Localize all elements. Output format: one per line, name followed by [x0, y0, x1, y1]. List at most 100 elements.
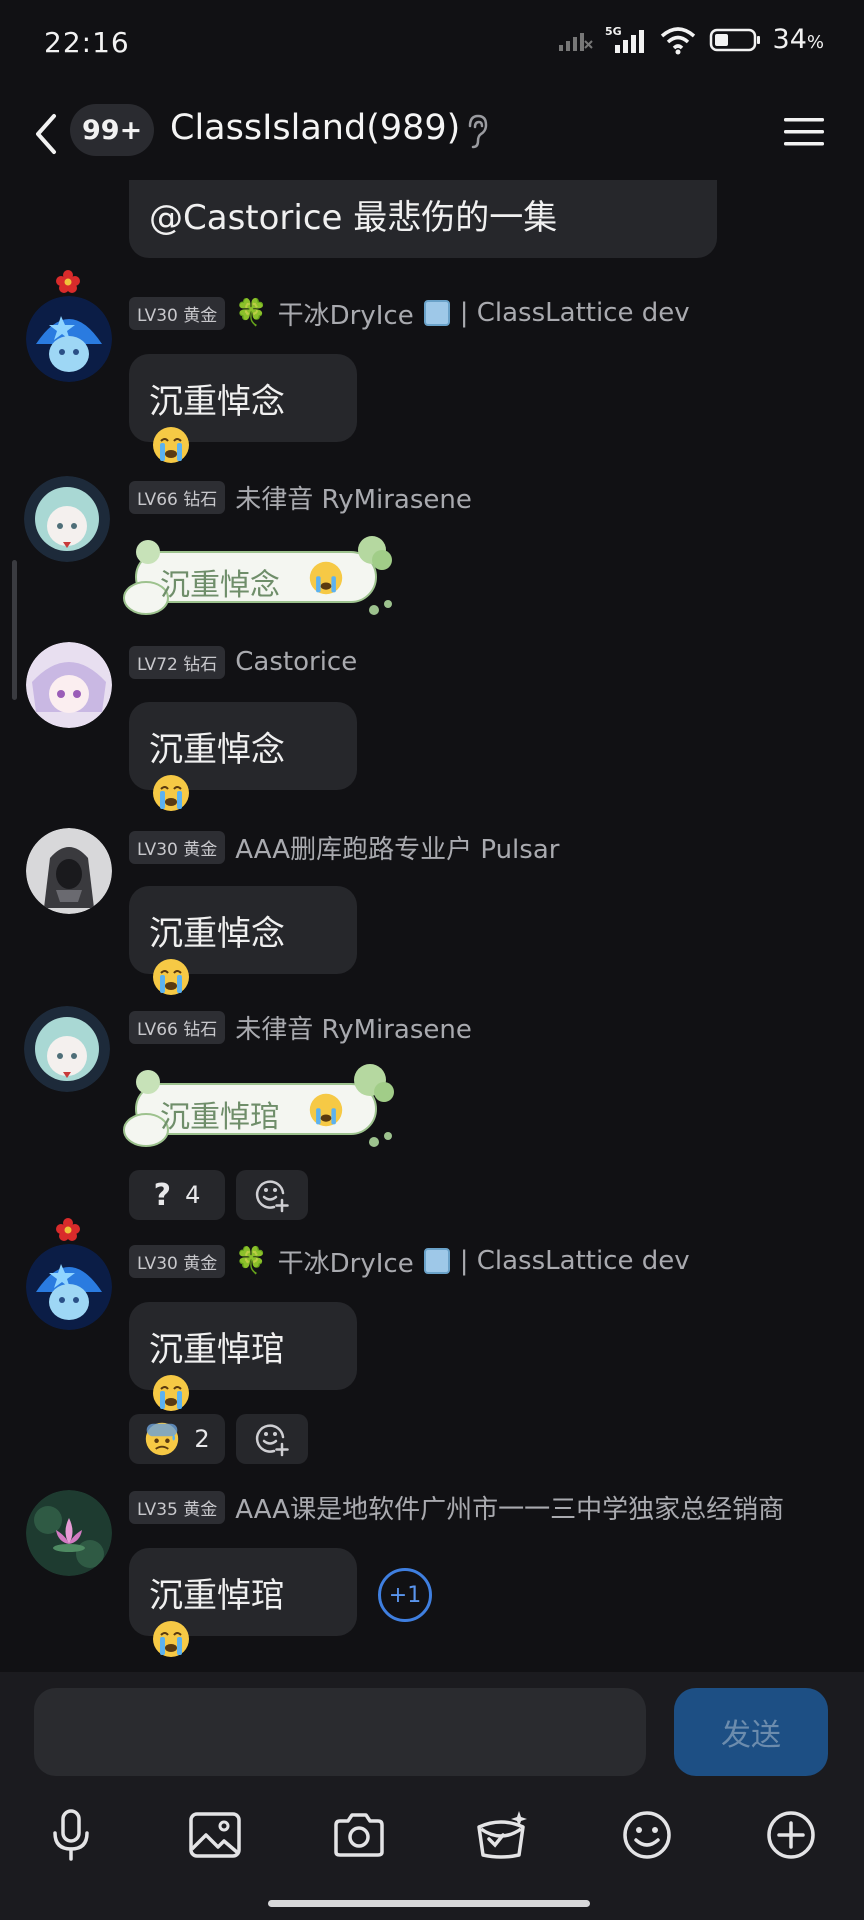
avatar[interactable] [26, 1490, 112, 1576]
image-button[interactable] [180, 1800, 250, 1870]
image-icon [189, 1812, 241, 1858]
chat-screen: 22:16 5G 34% 99+ ClassIsland(989) @Casto… [0, 0, 864, 1920]
ice-cube-icon [423, 300, 450, 326]
plus-one-button[interactable]: +1 [378, 1568, 432, 1622]
flower-badge-icon [56, 1218, 80, 1241]
message-text: 沉重悼琯 [149, 1330, 285, 1370]
ear-icon [468, 114, 488, 149]
avatar[interactable] [26, 296, 112, 382]
sticker[interactable]: 沉重悼念 [112, 530, 412, 630]
message-text: 沉重悼琯 [149, 1576, 285, 1616]
sender-name[interactable]: 干冰DryIce [278, 295, 414, 332]
emoji-button[interactable] [612, 1800, 682, 1870]
battery-icon [709, 28, 760, 51]
add-reaction-button[interactable] [236, 1414, 308, 1464]
composer-toolbar [0, 1800, 864, 1880]
level-badge: LV30 黄金 [129, 1244, 226, 1278]
clover-icon: 🍀 [235, 298, 268, 328]
camera-icon [334, 1813, 384, 1857]
status-icons: 5G 34% [557, 24, 824, 55]
svg-text:5G: 5G [605, 25, 622, 38]
reaction-count: 4 [185, 1181, 201, 1209]
message-meta: LV30 黄金 AAA删库跑路专业户 Pulsar [129, 829, 559, 866]
avatar[interactable] [24, 476, 110, 562]
chat-title[interactable]: ClassIsland(989) [170, 108, 460, 148]
red-packet-button[interactable] [466, 1800, 536, 1870]
message-bubble[interactable]: 沉重悼念 [129, 354, 357, 463]
message-bubble[interactable]: 沉重悼琯 [129, 1548, 357, 1657]
message-list[interactable]: @Castorice 最悲伤的一集 LV30 黄金 🍀 干冰DryIce | C… [0, 180, 864, 1670]
level-badge: LV30 黄金 [129, 296, 226, 330]
message-bubble[interactable]: 沉重悼琯 [129, 1302, 357, 1411]
scrollbar[interactable] [12, 560, 17, 700]
level-badge: LV35 黄金 [129, 1490, 226, 1524]
message-text: 沉重悼念 [149, 914, 285, 954]
camera-button[interactable] [324, 1800, 394, 1870]
anxious-sweat-emoji-icon [146, 1422, 179, 1456]
clover-icon: 🍀 [235, 1246, 268, 1276]
message-bubble[interactable]: @Castorice 最悲伤的一集 [129, 180, 717, 258]
battery-percent: 34% [772, 24, 824, 55]
sender-name[interactable]: Castorice [235, 647, 357, 677]
message-meta: LV66 钻石 未律音 RyMirasene [129, 479, 472, 516]
reaction-chip[interactable]: ? 4 [129, 1170, 225, 1220]
sticker[interactable]: 沉重悼琯 [112, 1060, 412, 1160]
sender-name-suffix: | ClassLattice dev [459, 298, 690, 328]
composer: 发送 [0, 1672, 864, 1920]
sticker-text: 沉重悼琯 [160, 1100, 280, 1135]
avatar[interactable] [26, 828, 112, 914]
sticker-text: 沉重悼念 [160, 568, 280, 603]
avatar[interactable] [24, 1006, 110, 1092]
sender-name[interactable]: 未律音 RyMirasene [235, 1009, 472, 1046]
send-button[interactable]: 发送 [674, 1688, 828, 1776]
sender-name-suffix: | ClassLattice dev [459, 1246, 690, 1276]
sender-name[interactable]: 干冰DryIce [278, 1243, 414, 1280]
crying-emoji-icon [153, 1620, 189, 1657]
plus-icon [767, 1811, 815, 1859]
voice-button[interactable] [36, 1800, 106, 1870]
add-reaction-icon [255, 1180, 289, 1213]
more-button[interactable] [756, 1800, 826, 1870]
message-meta: LV35 黄金 AAA课是地软件广州市一一三中学独家总经销商 [129, 1489, 784, 1526]
reaction-chip[interactable]: 2 [129, 1414, 225, 1464]
wifi-icon [660, 26, 695, 54]
level-badge: LV72 钻石 [129, 645, 226, 679]
status-time: 22:16 [44, 26, 130, 59]
message-bubble[interactable]: 沉重悼念 [129, 702, 357, 811]
message-text: @Castorice 最悲伤的一集 [149, 198, 558, 238]
message-meta: LV30 黄金 🍀 干冰DryIce | ClassLattice dev [129, 1243, 690, 1280]
red-packet-icon [477, 1811, 527, 1859]
level-badge: LV66 钻石 [129, 480, 226, 514]
avatar[interactable] [26, 1244, 112, 1330]
menu-icon[interactable] [782, 112, 826, 152]
back-icon[interactable] [26, 104, 66, 164]
microphone-icon [53, 1809, 89, 1861]
home-indicator[interactable] [268, 1900, 590, 1907]
avatar[interactable] [26, 642, 112, 728]
message-meta: LV72 钻石 Castorice [129, 645, 357, 679]
sender-name[interactable]: AAA课是地软件广州市一一三中学独家总经销商 [235, 1489, 784, 1526]
message-meta: LV66 钻石 未律音 RyMirasene [129, 1009, 472, 1046]
message-bubble[interactable]: 沉重悼念 [129, 886, 357, 995]
crying-emoji-icon [309, 1093, 343, 1127]
ice-cube-icon [423, 1248, 450, 1274]
reaction-count: 2 [194, 1425, 210, 1453]
message-input[interactable] [34, 1688, 646, 1776]
sender-name[interactable]: 未律音 RyMirasene [235, 479, 472, 516]
add-reaction-button[interactable] [236, 1170, 308, 1220]
crying-emoji-icon [309, 561, 343, 595]
flower-badge-icon [56, 270, 80, 293]
crying-emoji-icon [153, 426, 189, 463]
sender-name[interactable]: AAA删库跑路专业户 Pulsar [235, 829, 559, 866]
unread-count-badge[interactable]: 99+ [70, 104, 155, 156]
level-badge: LV66 钻石 [129, 1010, 226, 1044]
status-bar: 22:16 5G 34% [0, 0, 864, 90]
message-text: 沉重悼念 [149, 730, 285, 770]
level-badge: LV30 黄金 [129, 830, 226, 864]
crying-emoji-icon [153, 958, 189, 995]
emoji-icon [623, 1811, 671, 1859]
message-text: 沉重悼念 [149, 382, 285, 422]
signal-off-icon [558, 32, 593, 51]
crying-emoji-icon [153, 774, 189, 811]
crying-emoji-icon [153, 1374, 189, 1411]
